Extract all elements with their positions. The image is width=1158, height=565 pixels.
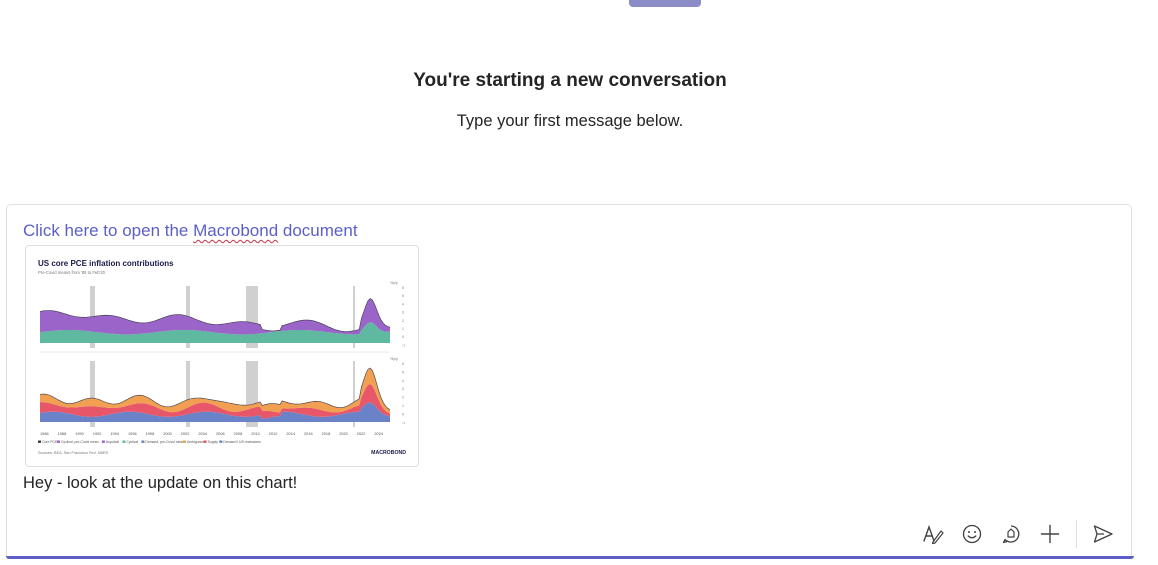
composer-toolbar bbox=[919, 520, 1117, 548]
message-text[interactable]: Hey - look at the update on this chart! bbox=[23, 474, 297, 493]
x-tick: 2010 bbox=[251, 431, 260, 436]
x-tick: 2020 bbox=[339, 431, 348, 436]
link-text-misspelled: Macrobond bbox=[193, 221, 279, 240]
macrobond-document-link[interactable]: Click here to open the Macrobond documen… bbox=[23, 221, 358, 241]
toolbar-separator bbox=[1076, 520, 1077, 548]
chart-title: US core PCE inflation contributions bbox=[38, 259, 174, 268]
format-icon bbox=[923, 524, 944, 545]
legend-label: Demand bbox=[223, 440, 236, 444]
chart-subtitle: Pre-Covid means from '85 to Feb'20 bbox=[38, 270, 106, 275]
link-text-before: Click here to open the bbox=[23, 221, 194, 240]
legend-label: Demand, pre-Covid mean bbox=[145, 440, 184, 444]
legend-swatch bbox=[122, 440, 126, 443]
send-icon bbox=[1093, 525, 1113, 543]
y-tick-bottom: 6 bbox=[402, 362, 404, 366]
unit-label-top: %y/y bbox=[390, 281, 398, 285]
x-tick: 2006 bbox=[216, 431, 225, 436]
y-tick-bottom: 4 bbox=[402, 379, 404, 383]
y-tick-top: 6 bbox=[402, 286, 404, 290]
format-button[interactable] bbox=[919, 520, 947, 548]
x-tick: 2008 bbox=[234, 431, 243, 436]
x-tick: 2012 bbox=[269, 431, 278, 436]
x-tick: 1986 bbox=[40, 431, 49, 436]
chart-image-card[interactable]: US core PCE inflation contributions Pre-… bbox=[25, 245, 419, 467]
chat-page: You're starting a new conversation Type … bbox=[0, 0, 1158, 565]
plus-icon bbox=[1040, 524, 1060, 544]
chart-svg: US core PCE inflation contributions Pre-… bbox=[38, 259, 406, 456]
legend-swatch bbox=[141, 440, 145, 443]
legend-label: Acyclical bbox=[106, 440, 119, 444]
legend-swatch bbox=[219, 440, 223, 443]
x-tick: 1994 bbox=[110, 431, 119, 436]
y-tick-top: 3 bbox=[402, 311, 404, 315]
composer-focus-underline bbox=[6, 556, 1134, 559]
legend-swatch bbox=[38, 440, 41, 443]
legend-swatch bbox=[203, 440, 207, 443]
legend-label: US recessions bbox=[239, 440, 261, 444]
y-tick-top: -1 bbox=[402, 343, 405, 347]
empty-state-subtitle: Type your first message below. bbox=[456, 112, 684, 130]
y-tick-bottom: 0 bbox=[402, 412, 404, 416]
x-tick: 1998 bbox=[146, 431, 155, 436]
x-tick: 2000 bbox=[163, 431, 172, 436]
y-tick-top: 5 bbox=[402, 294, 404, 298]
link-text-after: document bbox=[278, 221, 358, 240]
legend-swatch bbox=[183, 440, 187, 443]
y-tick-bottom: -1 bbox=[402, 421, 405, 425]
legend-label: Core PCE bbox=[42, 440, 58, 444]
emoji-button[interactable] bbox=[958, 520, 986, 548]
chart-legend: Core PCE Cyclical, pre-Covid mean Acyclica… bbox=[38, 440, 261, 444]
send-button[interactable] bbox=[1089, 520, 1117, 548]
x-tick: 2014 bbox=[286, 431, 295, 436]
macrobond-logo: MACROBOND bbox=[371, 450, 406, 456]
y-tick-top: 2 bbox=[402, 319, 404, 323]
x-tick: 2016 bbox=[304, 431, 313, 436]
y-tick-top: 4 bbox=[402, 302, 404, 306]
legend-swatch bbox=[235, 440, 239, 443]
legend-swatch bbox=[101, 440, 105, 443]
y-tick-bottom: 3 bbox=[402, 387, 404, 391]
y-tick-top: 1 bbox=[402, 327, 404, 331]
y-tick-bottom: 2 bbox=[402, 396, 404, 400]
x-tick: 2018 bbox=[322, 431, 331, 436]
message-composer[interactable]: Click here to open the Macrobond documen… bbox=[6, 204, 1132, 556]
legend-label: Cyclical, pre-Covid mean bbox=[61, 440, 99, 444]
x-tick: 1996 bbox=[128, 431, 137, 436]
empty-state-title: You're starting a new conversation bbox=[413, 70, 727, 91]
chart-sources: Sources: BEA, San Francisco Fed, NBER bbox=[38, 451, 109, 455]
x-tick: 2024 bbox=[374, 431, 383, 436]
loop-icon bbox=[1002, 525, 1020, 544]
attach-button[interactable] bbox=[1036, 520, 1064, 548]
legend-label: Ambiguous bbox=[187, 440, 204, 444]
legend-label: Supply bbox=[208, 440, 219, 444]
top-tab-indicator[interactable] bbox=[629, 0, 701, 7]
x-tick: 2002 bbox=[181, 431, 190, 436]
emoji-icon bbox=[962, 524, 982, 544]
x-tick: 2022 bbox=[357, 431, 366, 436]
x-tick: 1992 bbox=[93, 431, 102, 436]
loop-button[interactable] bbox=[997, 520, 1025, 548]
y-tick-bottom: 5 bbox=[402, 370, 404, 374]
unit-label-bottom: %y/y bbox=[390, 357, 398, 361]
x-tick: 1988 bbox=[58, 431, 67, 436]
legend-swatch bbox=[56, 440, 60, 443]
x-tick: 1990 bbox=[75, 431, 84, 436]
y-tick-bottom: 1 bbox=[402, 404, 404, 408]
legend-label: Cyclical bbox=[126, 440, 138, 444]
x-tick: 2004 bbox=[198, 431, 207, 436]
y-tick-top: 0 bbox=[402, 335, 404, 339]
